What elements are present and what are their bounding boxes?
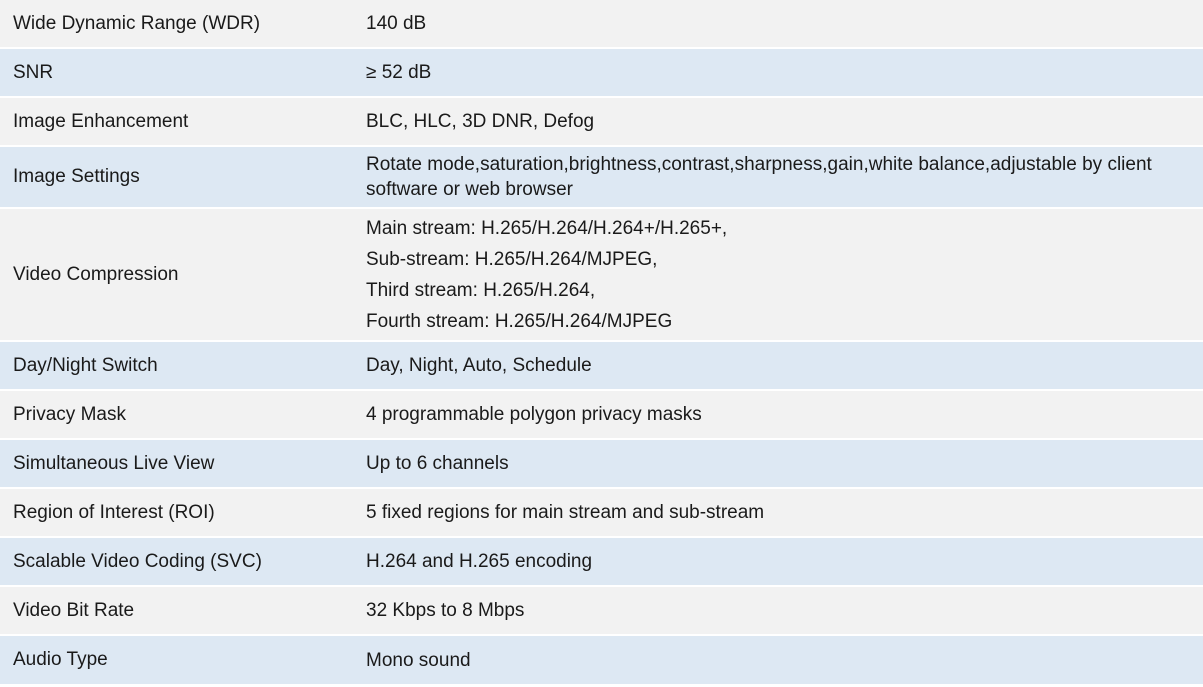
spec-value: 5 fixed regions for main stream and sub-… — [366, 502, 765, 523]
spec-value: BLC, HLC, 3D DNR, Defog — [366, 111, 595, 132]
spec-row-video-compression: Video Compression Main stream: H.265/H.2… — [0, 209, 1203, 342]
spec-label: Day/Night Switch — [13, 354, 158, 376]
spec-table: Wide Dynamic Range (WDR) 140 dB SNR ≥ 52… — [0, 0, 1203, 684]
spec-row-svc: Scalable Video Coding (SVC) H.264 and H.… — [0, 538, 1203, 587]
spec-row-privacy-mask: Privacy Mask 4 programmable polygon priv… — [0, 391, 1203, 440]
spec-row-day-night-switch: Day/Night Switch Day, Night, Auto, Sched… — [0, 342, 1203, 391]
spec-label: Simultaneous Live View — [13, 452, 215, 474]
spec-label: Video Compression — [13, 263, 179, 285]
spec-value: Rotate mode,saturation,brightness,contra… — [366, 154, 1152, 200]
spec-value-line: Main stream: H.265/H.264/H.264+/H.265+, — [366, 217, 728, 239]
spec-value-line: Sub-stream: H.265/H.264/MJPEG, — [366, 248, 658, 270]
spec-value: 32 Kbps to 8 Mbps — [366, 600, 525, 621]
spec-value: 4 programmable polygon privacy masks — [366, 404, 702, 425]
spec-label: Image Enhancement — [13, 110, 189, 132]
spec-label: Scalable Video Coding (SVC) — [13, 550, 262, 572]
spec-row-roi: Region of Interest (ROI) 5 fixed regions… — [0, 489, 1203, 538]
spec-label: Video Bit Rate — [13, 599, 135, 621]
spec-value-line: Third stream: H.265/H.264, — [366, 279, 596, 301]
spec-value-line: Fourth stream: H.265/H.264/MJPEG — [366, 310, 673, 332]
spec-row-image-settings: Image Settings Rotate mode,saturation,br… — [0, 147, 1203, 209]
spec-row-snr: SNR ≥ 52 dB — [0, 49, 1203, 98]
spec-value: Mono sound — [366, 649, 471, 671]
spec-row-video-bit-rate: Video Bit Rate 32 Kbps to 8 Mbps — [0, 587, 1203, 636]
spec-value: 140 dB — [366, 13, 427, 34]
spec-value: Up to 6 channels — [366, 453, 509, 474]
spec-value: Day, Night, Auto, Schedule — [366, 355, 592, 376]
spec-row-image-enhancement: Image Enhancement BLC, HLC, 3D DNR, Defo… — [0, 98, 1203, 147]
spec-label: Audio Type — [13, 649, 108, 670]
spec-value: ≥ 52 dB — [366, 62, 432, 83]
spec-row-wdr: Wide Dynamic Range (WDR) 140 dB — [0, 0, 1203, 49]
spec-label: Wide Dynamic Range (WDR) — [13, 12, 261, 34]
spec-label: Image Settings — [13, 166, 140, 187]
spec-value: Main stream: H.265/H.264/H.264+/H.265+, … — [353, 213, 1203, 337]
spec-value: H.264 and H.265 encoding — [366, 551, 593, 572]
spec-label: SNR — [13, 61, 54, 83]
spec-row-simultaneous-live-view: Simultaneous Live View Up to 6 channels — [0, 440, 1203, 489]
spec-row-audio-type: Audio Type Mono sound — [0, 636, 1203, 684]
spec-label: Region of Interest (ROI) — [13, 501, 215, 523]
spec-label: Privacy Mask — [13, 403, 126, 425]
